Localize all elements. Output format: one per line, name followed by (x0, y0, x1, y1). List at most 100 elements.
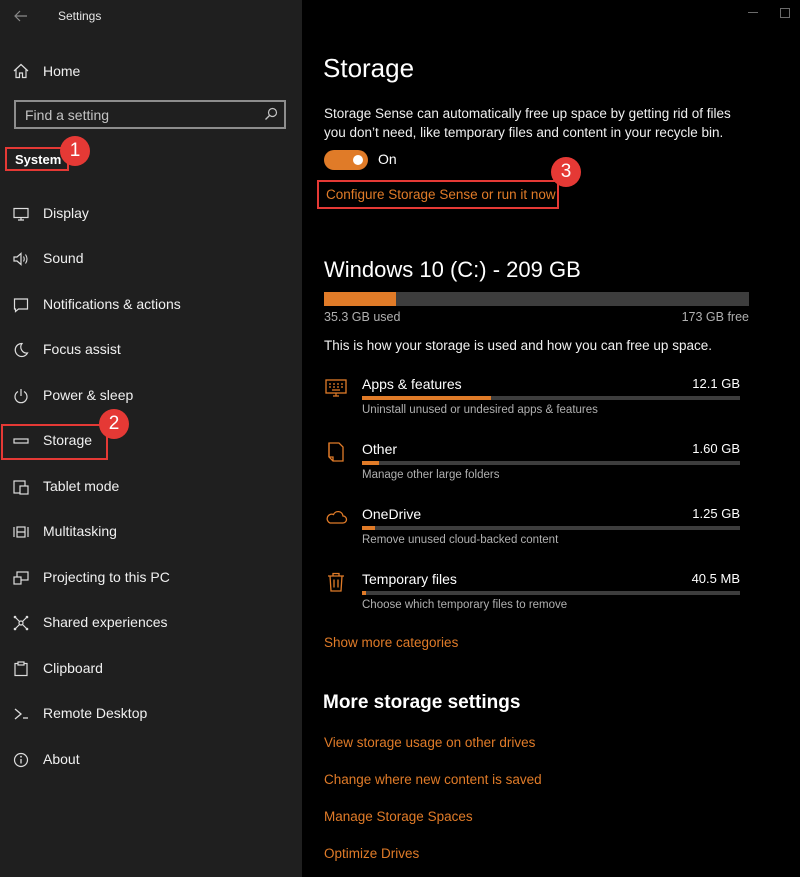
sidebar-item-clipboard[interactable]: Clipboard (0, 653, 302, 685)
search-input[interactable] (16, 102, 256, 127)
section-heading-system: System (15, 152, 62, 167)
sidebar-item-multitasking[interactable]: Multitasking (0, 516, 302, 548)
page-title: Storage (323, 53, 415, 83)
search-box (14, 100, 286, 129)
sidebar-item-power-sleep[interactable]: Power & sleep (0, 380, 302, 412)
tablet-icon (12, 478, 30, 496)
shared-icon (12, 614, 30, 632)
toggle-state-label: On (378, 151, 397, 167)
category-size: 1.60 GB (692, 441, 740, 456)
maximize-button[interactable] (780, 8, 790, 18)
title-bar: Settings (0, 0, 302, 34)
projecting-icon (12, 569, 30, 587)
sidebar-item-display[interactable]: Display (0, 198, 302, 230)
category-usage-bar (362, 526, 740, 530)
drive-usage-fill (324, 292, 396, 306)
sidebar-item-focus-assist[interactable]: Focus assist (0, 334, 302, 366)
category-usage-fill (362, 526, 376, 530)
category-temporary-files[interactable]: Temporary files 40.5 MB Choose which tem… (302, 570, 800, 630)
cloud-icon (324, 505, 348, 529)
display-icon (12, 205, 30, 223)
power-icon (12, 387, 30, 405)
annotation-badge-2: 2 (99, 409, 129, 439)
main-content: Storage Storage Sense can automatically … (302, 0, 800, 877)
sidebar-item-label: Home (43, 63, 81, 79)
annotation-badge-3: 3 (551, 157, 581, 187)
sidebar-item-sound[interactable]: Sound (0, 243, 302, 275)
category-other[interactable]: Other 1.60 GB Manage other large folders (302, 440, 800, 500)
sidebar-item-remote-desktop[interactable]: Remote Desktop (0, 698, 302, 730)
sidebar-item-projecting[interactable]: Projecting to this PC (0, 562, 302, 594)
moon-icon (12, 341, 30, 359)
sidebar-item-label: Tablet mode (43, 478, 120, 494)
category-size: 1.25 GB (692, 506, 740, 521)
category-description: Manage other large folders (362, 469, 500, 481)
notifications-icon (12, 296, 30, 314)
sidebar-item-label: Notifications & actions (43, 296, 181, 312)
info-icon (12, 751, 30, 769)
category-description: Remove unused cloud-backed content (362, 534, 559, 546)
sidebar-item-shared-experiences[interactable]: Shared experiences (0, 607, 302, 639)
optimize-drives-link[interactable]: Optimize Drives (324, 846, 419, 861)
category-usage-fill (362, 396, 491, 400)
app-title: Settings (58, 9, 102, 23)
sidebar-item-storage[interactable]: Storage (0, 425, 302, 457)
remote-desktop-icon (12, 705, 30, 723)
storage-sense-description: Storage Sense can automatically free up … (324, 106, 731, 140)
category-usage-bar (362, 461, 740, 465)
category-apps-features[interactable]: Apps & features 12.1 GB Uninstall unused… (302, 375, 800, 435)
sidebar: Settings Home System Display Sound Notif… (0, 0, 302, 877)
clipboard-icon (12, 660, 30, 678)
category-name: Other (362, 441, 398, 457)
manage-storage-spaces-link[interactable]: Manage Storage Spaces (324, 809, 473, 824)
sidebar-item-about[interactable]: About (0, 744, 302, 776)
category-size: 40.5 MB (691, 571, 740, 586)
more-storage-settings-heading: More storage settings (323, 692, 521, 713)
storage-icon (12, 432, 30, 450)
drive-usage-bar (324, 292, 749, 306)
sidebar-item-label: About (43, 751, 80, 767)
sidebar-item-label: Clipboard (43, 660, 103, 676)
sidebar-item-label: Display (43, 205, 89, 221)
annotation-badge-1: 1 (60, 136, 90, 166)
toggle-knob (353, 155, 363, 165)
category-usage-bar (362, 396, 740, 400)
home-icon (12, 62, 30, 80)
sidebar-item-notifications[interactable]: Notifications & actions (0, 289, 302, 321)
usage-description: This is how your storage is used and how… (324, 338, 712, 353)
category-usage-fill (362, 591, 366, 595)
sidebar-item-label: Projecting to this PC (43, 569, 170, 585)
sidebar-item-label: Remote Desktop (43, 705, 148, 721)
minimize-button[interactable] (748, 12, 758, 13)
apps-features-icon (324, 375, 348, 399)
configure-storage-sense-link[interactable]: Configure Storage Sense or run it now (326, 187, 556, 202)
sound-icon (12, 250, 30, 268)
sidebar-item-label: Storage (43, 432, 93, 448)
sidebar-item-label: Power & sleep (43, 387, 134, 403)
category-usage-fill (362, 461, 379, 465)
category-onedrive[interactable]: OneDrive 1.25 GB Remove unused cloud-bac… (302, 505, 800, 565)
multitasking-icon (12, 523, 30, 541)
sidebar-item-tablet-mode[interactable]: Tablet mode (0, 471, 302, 503)
change-new-content-location-link[interactable]: Change where new content is saved (324, 772, 542, 787)
show-more-categories-link[interactable]: Show more categories (324, 635, 458, 650)
category-name: Temporary files (362, 571, 457, 587)
sidebar-item-home[interactable]: Home (0, 56, 302, 86)
category-description: Uninstall unused or undesired apps & fea… (362, 404, 598, 416)
sidebar-item-label: Sound (43, 250, 84, 266)
sidebar-item-label: Focus assist (43, 341, 121, 357)
category-usage-bar (362, 591, 740, 595)
back-arrow-icon (14, 10, 27, 22)
view-storage-other-drives-link[interactable]: View storage usage on other drives (324, 735, 535, 750)
configure-link-highlight: Configure Storage Sense or run it now (317, 180, 559, 209)
other-folder-icon (324, 440, 348, 464)
trash-icon (324, 570, 348, 594)
drive-title: Windows 10 (C:) - 209 GB (324, 257, 581, 282)
drive-free-label: 173 GB free (681, 310, 749, 324)
search-icon[interactable] (264, 107, 278, 121)
sidebar-item-label: Multitasking (43, 523, 117, 539)
back-button[interactable] (10, 6, 32, 26)
category-name: Apps & features (362, 376, 462, 392)
storage-sense-toggle[interactable] (324, 150, 368, 170)
category-description: Choose which temporary files to remove (362, 599, 568, 611)
